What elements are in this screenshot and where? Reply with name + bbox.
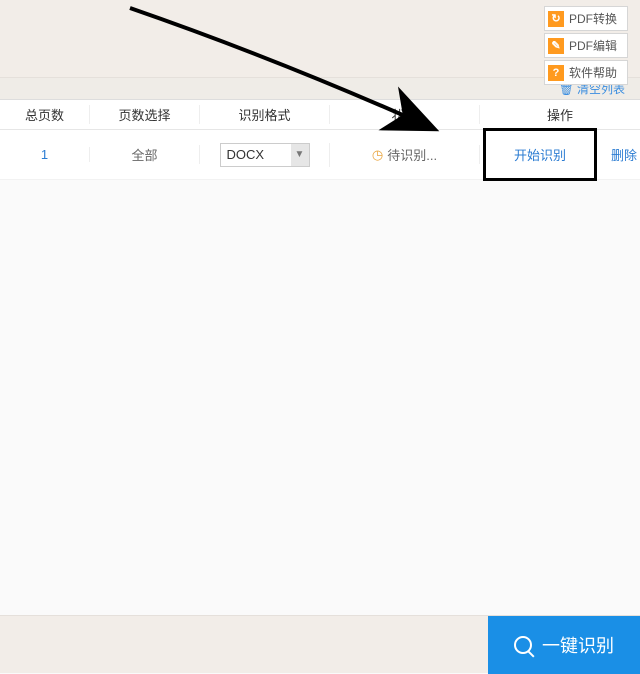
pdf-convert-button[interactable]: ↻ PDF转换 <box>544 6 628 31</box>
cell-status: ◷ 待识别... <box>330 145 480 164</box>
pdf-edit-label: PDF编辑 <box>569 37 617 54</box>
chevron-down-icon: ▼ <box>291 144 309 166</box>
delete-link[interactable]: 删除 <box>611 145 637 164</box>
footer-bar: 一键识别 <box>0 615 640 673</box>
pdf-convert-icon: ↻ <box>548 11 564 27</box>
header-total-pages: 总页数 <box>0 105 90 124</box>
format-dropdown[interactable]: DOCX ▼ <box>220 143 310 167</box>
top-button-group: ↻ PDF转换 ✎ PDF编辑 ? 软件帮助 <box>544 6 628 85</box>
software-help-label: 软件帮助 <box>569 64 617 81</box>
cell-total-pages: 1 <box>0 147 90 162</box>
search-icon <box>514 636 532 654</box>
help-icon: ? <box>548 65 564 81</box>
status-text: 待识别... <box>387 145 437 164</box>
cell-operation: 开始识别 删除 <box>480 128 640 181</box>
header-area: ↻ PDF转换 ✎ PDF编辑 ? 软件帮助 <box>0 0 640 78</box>
header-operation: 操作 <box>480 105 640 124</box>
start-recognize-button[interactable]: 开始识别 <box>483 128 597 181</box>
format-value: DOCX <box>227 147 265 162</box>
one-click-recognize-button[interactable]: 一键识别 <box>488 616 640 674</box>
clock-icon: ◷ <box>372 147 383 163</box>
header-format: 识别格式 <box>200 105 330 124</box>
cell-page-select[interactable]: 全部 <box>90 145 200 164</box>
software-help-button[interactable]: ? 软件帮助 <box>544 60 628 85</box>
table-header: 总页数 页数选择 识别格式 状态 操作 <box>0 100 640 130</box>
header-page-select: 页数选择 <box>90 105 200 124</box>
header-status: 状态 <box>330 105 480 124</box>
table-row: 1 全部 DOCX ▼ ◷ 待识别... 开始识别 删除 <box>0 130 640 180</box>
empty-area <box>0 180 640 615</box>
cell-format: DOCX ▼ <box>200 143 330 167</box>
pdf-convert-label: PDF转换 <box>569 10 617 27</box>
primary-button-label: 一键识别 <box>542 632 614 658</box>
pdf-edit-button[interactable]: ✎ PDF编辑 <box>544 33 628 58</box>
pdf-edit-icon: ✎ <box>548 38 564 54</box>
